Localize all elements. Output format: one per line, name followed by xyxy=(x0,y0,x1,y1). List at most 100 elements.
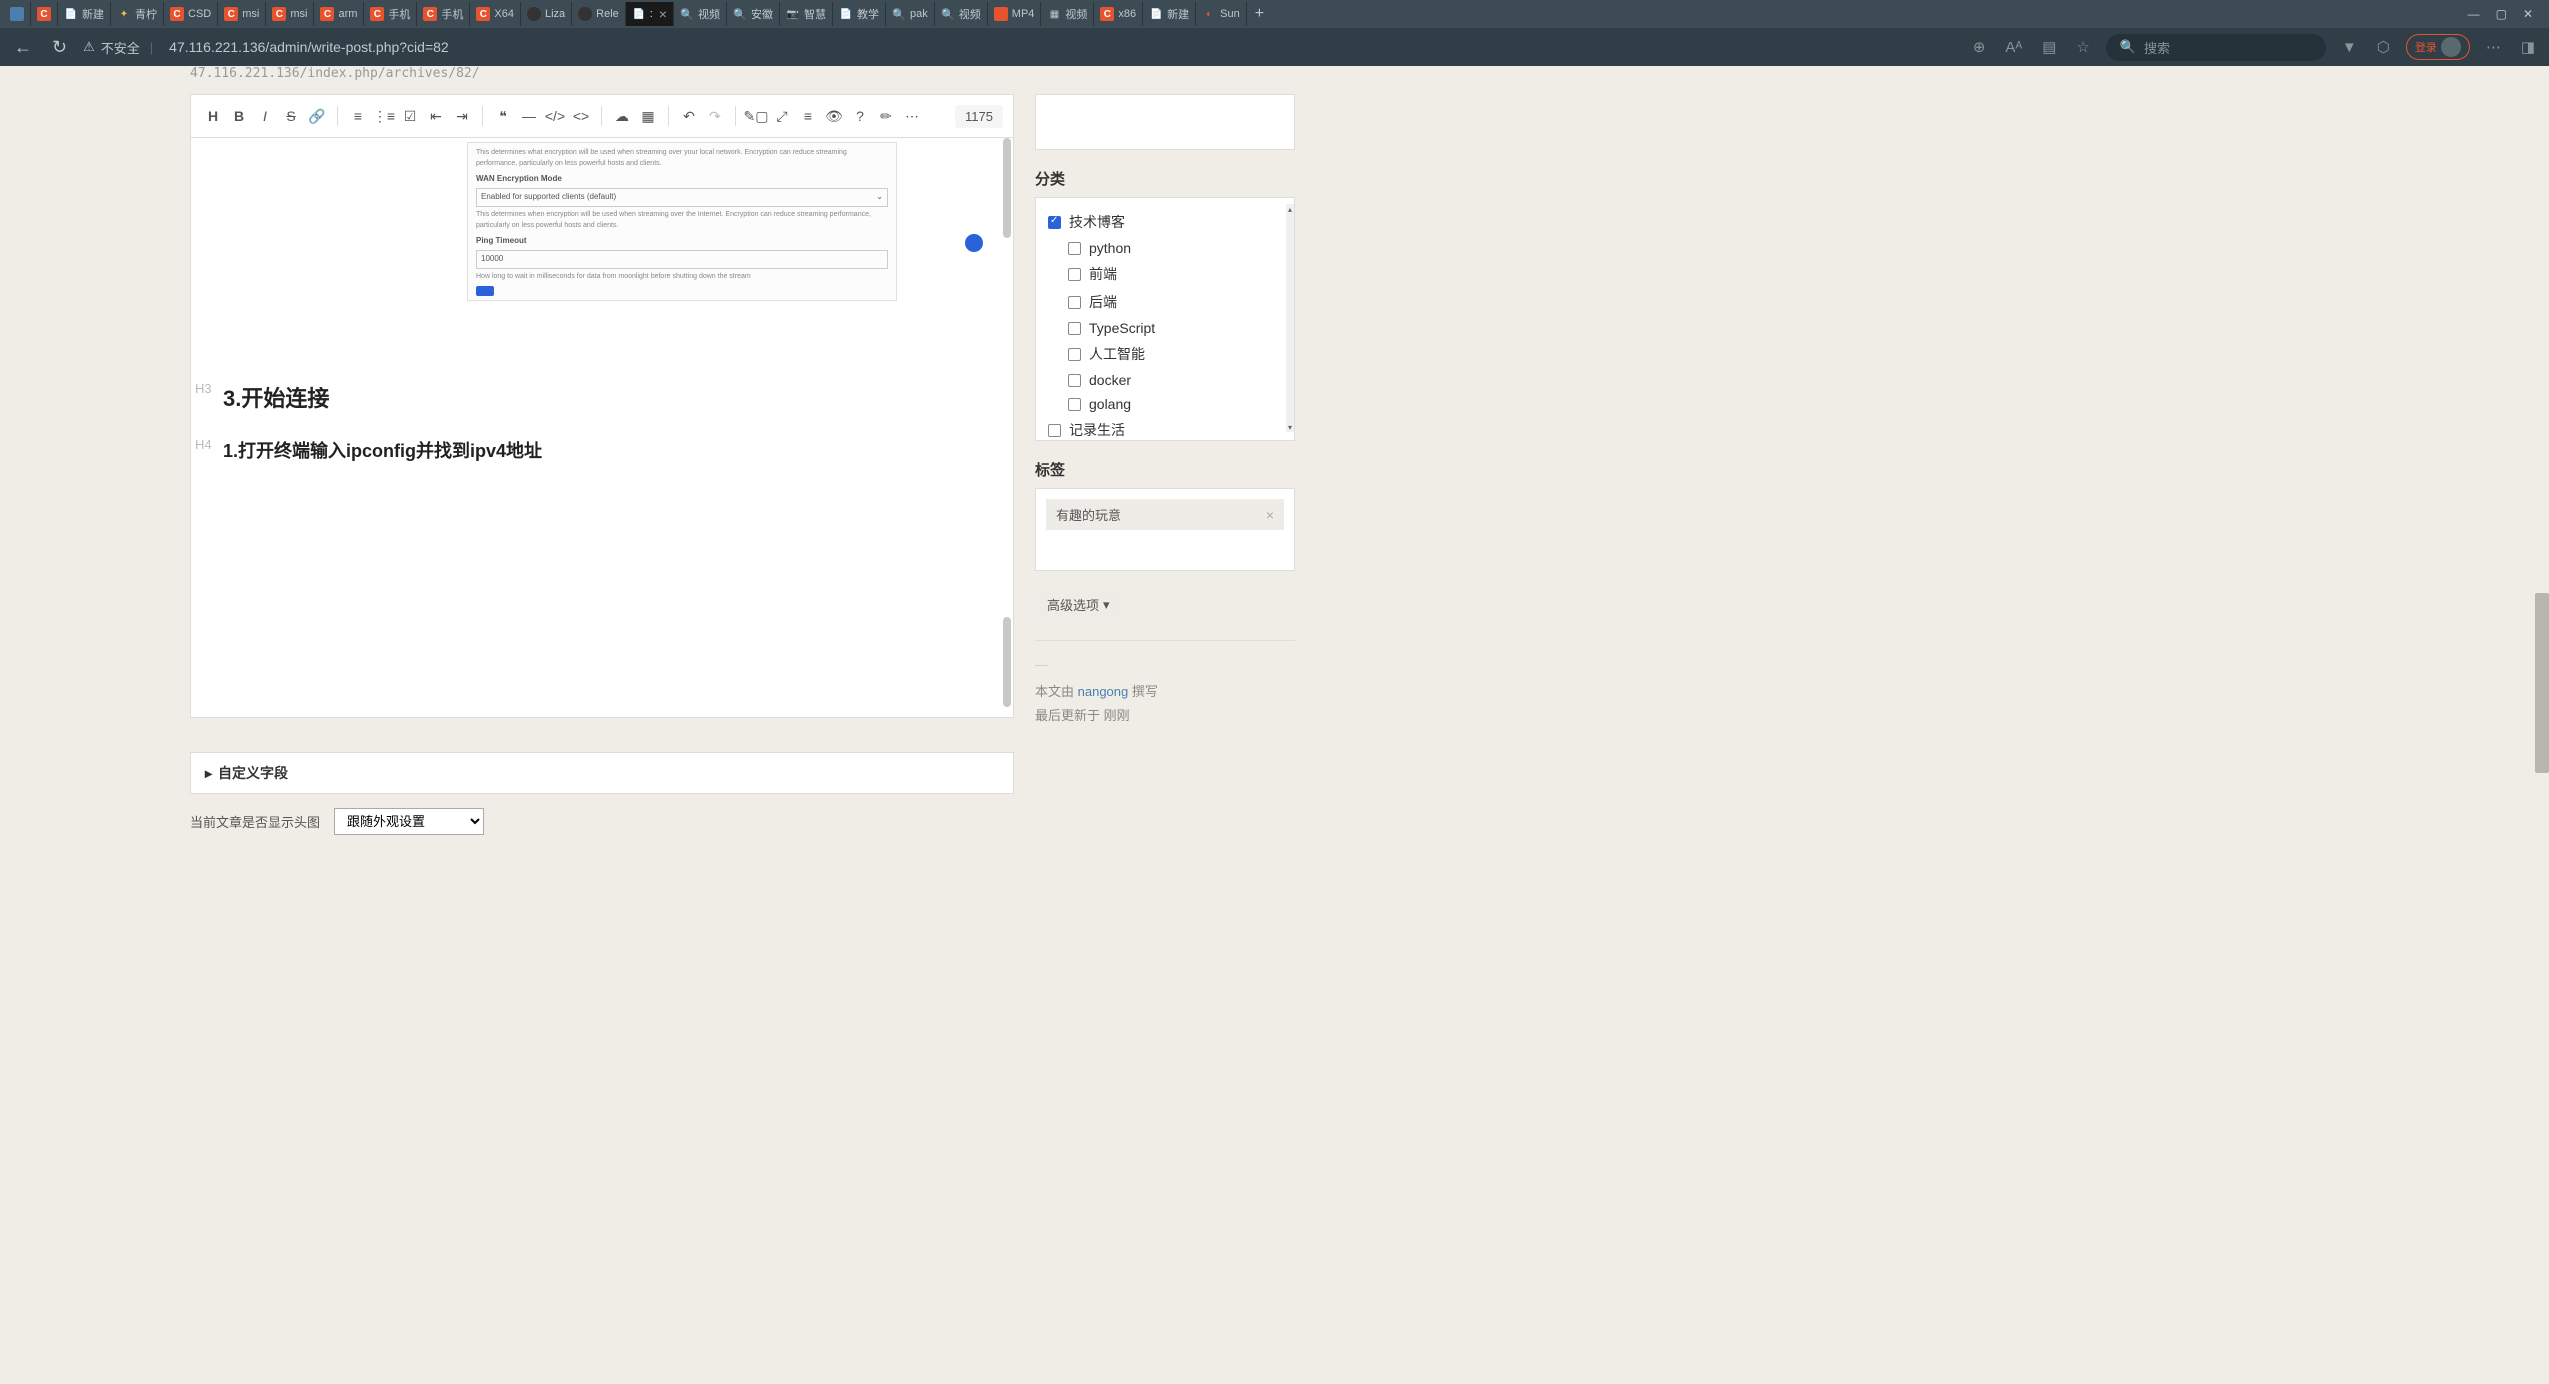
page-scrollbar[interactable] xyxy=(2535,66,2549,1384)
checkbox[interactable] xyxy=(1068,296,1081,309)
menu-icon[interactable]: ⋯ xyxy=(2482,38,2505,56)
categories-scrollbar[interactable]: ▴ ▾ xyxy=(1286,204,1294,432)
browser-tab[interactable]: Carm xyxy=(314,2,364,26)
hr-button[interactable]: — xyxy=(517,104,541,128)
tag-chip[interactable]: 有趣的玩意 × xyxy=(1046,499,1284,530)
help-button[interactable]: ? xyxy=(848,104,872,128)
editor-scrollbar[interactable] xyxy=(1003,617,1011,707)
checkbox[interactable] xyxy=(1068,322,1081,335)
heading-3-text[interactable]: 3.开始连接 xyxy=(223,381,1013,413)
heading-button[interactable]: H xyxy=(201,104,225,128)
text-size-icon[interactable]: Aᴬ xyxy=(2001,39,2026,56)
browser-tab[interactable]: MP4 xyxy=(988,2,1042,26)
align-button[interactable]: ≡ xyxy=(796,104,820,128)
browser-tab[interactable]: 🔍视频 xyxy=(674,2,727,26)
strikethrough-button[interactable]: S xyxy=(279,104,303,128)
checkbox[interactable] xyxy=(1068,242,1081,255)
browser-tab[interactable]: Rele xyxy=(572,2,626,26)
zoom-icon[interactable]: ⊕ xyxy=(1969,38,1990,56)
browser-tab[interactable]: 🔍pak xyxy=(886,2,935,26)
category-item[interactable]: TypeScript xyxy=(1048,316,1282,340)
inner-scrollbar[interactable] xyxy=(1003,138,1011,238)
checkbox[interactable] xyxy=(1068,268,1081,281)
checkbox[interactable] xyxy=(1068,374,1081,387)
checkbox[interactable] xyxy=(1048,216,1061,229)
browser-tab[interactable]: 📄新建 xyxy=(1143,2,1196,26)
category-item[interactable]: 人工智能 xyxy=(1048,340,1282,368)
login-button[interactable]: 登录 xyxy=(2406,34,2470,60)
italic-button[interactable]: I xyxy=(253,104,277,128)
sidebar-toggle-icon[interactable]: ◨ xyxy=(2517,38,2539,56)
browser-tab[interactable]: Cmsi xyxy=(218,2,266,26)
browser-tab[interactable]: 📷智慧 xyxy=(780,2,833,26)
browser-tab[interactable]: Cx86 xyxy=(1094,2,1143,26)
remove-tag-icon[interactable]: × xyxy=(1266,507,1274,523)
url-field[interactable]: 47.116.221.136/admin/write-post.php?cid=… xyxy=(169,39,1957,55)
pencil-button[interactable]: ✏ xyxy=(874,104,898,128)
checkbox[interactable] xyxy=(1048,424,1061,437)
more-button[interactable]: ⋯ xyxy=(900,104,924,128)
category-item[interactable]: 前端 xyxy=(1048,260,1282,288)
category-item[interactable]: 记录生活 xyxy=(1048,416,1282,440)
undo-button[interactable]: ↶ xyxy=(677,104,701,128)
browser-tab[interactable]: ✦青柠 xyxy=(111,2,164,26)
browser-tab[interactable]: CX64 xyxy=(470,2,521,26)
category-item[interactable]: 后端 xyxy=(1048,288,1282,316)
category-item[interactable]: golang xyxy=(1048,392,1282,416)
browser-tab[interactable]: ◐Sun xyxy=(1196,2,1247,26)
browser-tab[interactable]: Liza xyxy=(521,2,572,26)
maximize-button[interactable]: ▢ xyxy=(2496,7,2507,21)
browser-tab[interactable]: C手机 xyxy=(364,2,417,26)
browser-tab[interactable]: Cmsi xyxy=(266,2,314,26)
minimize-button[interactable]: — xyxy=(2468,7,2480,21)
favorite-icon[interactable]: ☆ xyxy=(2072,38,2093,56)
back-button[interactable]: ← xyxy=(10,37,36,58)
link-button[interactable]: 🔗 xyxy=(305,104,329,128)
browser-tab[interactable]: 📄新建 xyxy=(58,2,111,26)
browser-tab[interactable]: 🔍视频 xyxy=(935,2,988,26)
redo-button[interactable]: ↷ xyxy=(703,104,727,128)
outdent-button[interactable]: ⇤ xyxy=(424,104,448,128)
refresh-button[interactable]: ↻ xyxy=(48,37,71,58)
browser-tab[interactable] xyxy=(4,2,31,26)
bold-button[interactable]: B xyxy=(227,104,251,128)
new-tab-button[interactable]: + xyxy=(1247,5,1272,23)
browser-tab[interactable]: C xyxy=(31,2,58,26)
quote-button[interactable]: ❝ xyxy=(491,104,515,128)
preview-button[interactable]: 👁 xyxy=(822,104,846,128)
indent-button[interactable]: ⇥ xyxy=(450,104,474,128)
downloads-icon[interactable]: ▼ xyxy=(2338,39,2361,56)
table-button[interactable]: ▦ xyxy=(636,104,660,128)
browser-tab-active[interactable]: 📄:× xyxy=(626,2,674,26)
checklist-button[interactable]: ☑ xyxy=(398,104,422,128)
checkbox[interactable] xyxy=(1068,348,1081,361)
category-item[interactable]: 技术博客 xyxy=(1048,208,1282,236)
close-window-button[interactable]: ✕ xyxy=(2523,7,2533,21)
upload-button[interactable]: ☁ xyxy=(610,104,634,128)
security-badge[interactable]: ⚠ 不安全 | xyxy=(83,38,157,57)
browser-tab[interactable]: ▦视频 xyxy=(1041,2,1094,26)
browser-tab[interactable]: 📄教学 xyxy=(833,2,886,26)
author-link[interactable]: nangong xyxy=(1078,684,1129,699)
heading-4-text[interactable]: 1.打开终端输入ipconfig并找到ipv4地址 xyxy=(223,437,1013,463)
browser-tab[interactable]: 🔍安徽 xyxy=(727,2,780,26)
category-item[interactable]: python xyxy=(1048,236,1282,260)
browser-search-box[interactable]: 🔍 搜索 xyxy=(2106,34,2326,61)
fullscreen-button[interactable]: ⤢ xyxy=(770,104,794,128)
unordered-list-button[interactable]: ⋮≡ xyxy=(372,104,396,128)
browser-tab[interactable]: C手机 xyxy=(417,2,470,26)
ordered-list-button[interactable]: ≡ xyxy=(346,104,370,128)
reader-icon[interactable]: ▤ xyxy=(2038,38,2060,56)
edit-mode-button[interactable]: ✎▢ xyxy=(744,104,768,128)
tag-input[interactable] xyxy=(1046,530,1284,560)
header-image-select[interactable]: 跟随外观设置 xyxy=(334,808,484,835)
checkbox[interactable] xyxy=(1068,398,1081,411)
category-item[interactable]: docker xyxy=(1048,368,1282,392)
close-tab-icon[interactable]: × xyxy=(659,6,667,22)
custom-fields-toggle[interactable]: ▸ 自定义字段 xyxy=(205,763,999,783)
advanced-options-button[interactable]: 高级选项 ▾ xyxy=(1035,589,1122,620)
extensions-icon[interactable]: ⬡ xyxy=(2373,38,2394,56)
inline-code-button[interactable]: <> xyxy=(569,104,593,128)
editor-content[interactable]: This determines what encryption will be … xyxy=(190,138,1014,718)
code-button[interactable]: </> xyxy=(543,104,567,128)
